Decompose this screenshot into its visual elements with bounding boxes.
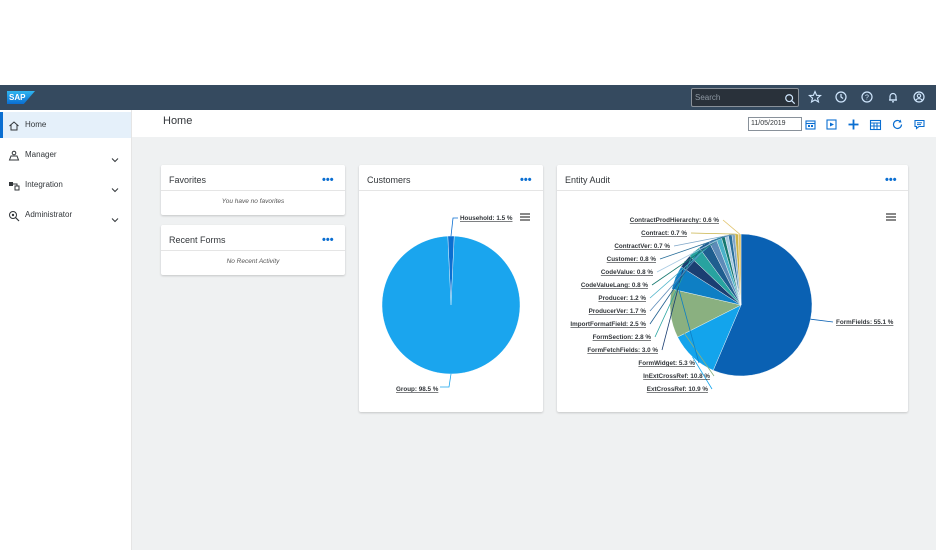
more-options-button[interactable]: ••• xyxy=(322,174,334,186)
sidenav-item-integration[interactable]: Integration xyxy=(0,172,131,198)
app-window: SAP ? Home xyxy=(0,85,936,550)
date-field[interactable]: 11/05/2019 xyxy=(748,117,802,131)
recent-forms-card: Recent Forms ••• No Recent Activity xyxy=(161,225,345,275)
data-label: FormSection: 2.8 % xyxy=(593,334,652,341)
sidenav-item-administrator[interactable]: Administrator xyxy=(0,202,131,228)
leader-line xyxy=(440,373,452,388)
manager-icon xyxy=(8,149,20,161)
help-icon[interactable]: ? xyxy=(860,90,874,104)
page-header: Home 11/05/2019 xyxy=(132,110,936,137)
empty-state-text: You have no favorites xyxy=(221,198,285,205)
data-label: ExtCrossRef: 10.9 % xyxy=(647,386,709,393)
side-navigation: Home Manager Integration Administrator xyxy=(0,110,132,550)
data-label: CodeValueLang: 0.8 % xyxy=(581,282,649,289)
divider xyxy=(161,250,345,251)
data-label: ContractVer: 0.7 % xyxy=(614,243,670,250)
leader-line xyxy=(810,318,834,323)
data-label: FormWidget: 5.3 % xyxy=(638,360,695,367)
data-label: FormFields: 55.1 % xyxy=(836,319,894,326)
page-title: Home xyxy=(163,115,193,127)
sidenav-item-label: Manager xyxy=(25,150,57,159)
entity-audit-card: Entity Audit ••• FormFields: 55.1 % ExtCr… xyxy=(557,165,908,412)
customers-card: Customers ••• Household: 1.5 % Group: 98.… xyxy=(359,165,543,412)
search-box[interactable] xyxy=(691,88,799,107)
sap-logo[interactable]: SAP xyxy=(7,91,35,104)
history-icon[interactable] xyxy=(834,90,848,104)
favorites-card: Favorites ••• You have no favorites xyxy=(161,165,345,215)
data-label: Group: 98.5 % xyxy=(396,386,439,393)
sidenav-item-manager[interactable]: Manager xyxy=(0,142,131,168)
comment-icon[interactable] xyxy=(913,118,926,131)
grid-calendar-icon[interactable] xyxy=(869,118,882,131)
data-label: ContractProdHierarchy: 0.6 % xyxy=(630,217,720,224)
data-label: InExtCrossRef: 10.8 % xyxy=(643,373,710,380)
data-label: Producer: 1.2 % xyxy=(598,295,646,302)
search-icon[interactable] xyxy=(784,92,796,105)
home-icon xyxy=(8,119,20,131)
user-icon[interactable] xyxy=(912,90,926,104)
admin-icon xyxy=(8,209,20,222)
sidenav-item-label: Administrator xyxy=(25,210,73,219)
more-options-button[interactable]: ••• xyxy=(322,234,334,246)
data-label: FormFetchFields: 3.0 % xyxy=(587,347,658,354)
leader-line xyxy=(450,217,458,237)
play-icon[interactable] xyxy=(825,118,838,131)
divider xyxy=(161,190,345,191)
data-label: Household: 1.5 % xyxy=(460,215,513,222)
refresh-icon[interactable] xyxy=(891,118,904,131)
chevron-down-icon[interactable] xyxy=(111,211,119,223)
sidenav-item-label: Home xyxy=(25,120,47,129)
star-icon[interactable] xyxy=(807,90,823,104)
search-input[interactable] xyxy=(695,91,777,104)
entity-audit-pie-chart: FormFields: 55.1 % ExtCrossRef: 10.9 % InE… xyxy=(570,217,894,393)
customers-pie-chart: Household: 1.5 % Group: 98.5 % xyxy=(381,215,521,393)
data-label: Customer: 0.8 % xyxy=(607,256,657,263)
data-label: ProducerVer: 1.7 % xyxy=(589,308,647,315)
data-label: ImportFormatField: 2.5 % xyxy=(570,321,646,328)
add-icon[interactable] xyxy=(847,118,860,131)
sidenav-item-home[interactable]: Home xyxy=(0,112,131,138)
card-title: Recent Forms xyxy=(169,235,226,245)
card-title: Favorites xyxy=(169,175,207,185)
empty-state-text: No Recent Activity xyxy=(226,258,280,265)
svg-text:?: ? xyxy=(865,95,869,102)
data-label: CodeValue: 0.8 % xyxy=(601,269,654,276)
leader-line xyxy=(722,219,740,235)
sidenav-item-label: Integration xyxy=(25,180,63,189)
chevron-down-icon[interactable] xyxy=(111,181,119,193)
leader-line xyxy=(690,232,737,235)
chevron-down-icon[interactable] xyxy=(111,151,119,163)
integration-icon xyxy=(8,179,20,191)
shell-bar: SAP ? xyxy=(0,85,936,110)
data-label: Contract: 0.7 % xyxy=(641,230,687,237)
calendar-icon[interactable] xyxy=(804,118,817,131)
bell-icon[interactable] xyxy=(886,90,900,104)
